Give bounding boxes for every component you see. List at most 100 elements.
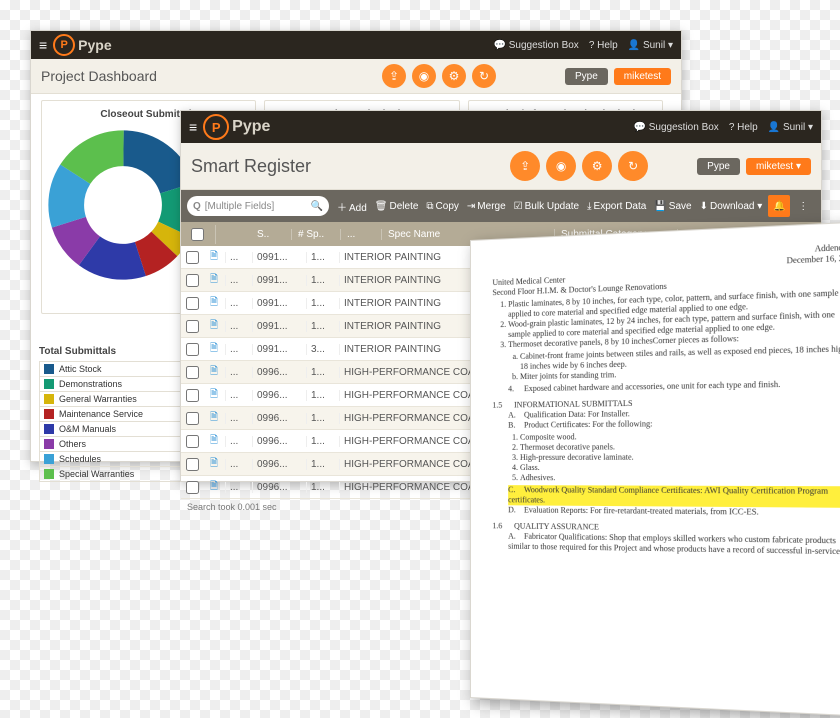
col-sp[interactable]: # Sp..: [292, 229, 341, 240]
row-checkbox[interactable]: [181, 478, 203, 497]
save-button[interactable]: 💾Save: [654, 201, 691, 212]
add-button[interactable]: ＋Add: [337, 199, 367, 214]
search-go-icon[interactable]: 🔍: [311, 201, 323, 212]
search-input[interactable]: Q [Multiple Fields] 🔍: [187, 196, 329, 216]
doc-icon[interactable]: 🗎: [203, 433, 225, 450]
legend-row[interactable]: Others: [39, 437, 199, 452]
help-link[interactable]: ? Help: [589, 40, 618, 51]
row-ellipsis: ...: [225, 298, 252, 309]
dashboard-subbar: Project Dashboard ⇪ ◉ ⚙ ↻ Pype miketest: [31, 59, 681, 94]
row-ellipsis: ...: [225, 367, 252, 378]
row-num: 1...: [306, 298, 339, 309]
legend-row[interactable]: Maintenance Service: [39, 407, 199, 422]
legend-label: O&M Manuals: [59, 424, 116, 434]
row-num: 1...: [306, 482, 339, 493]
brand-logo[interactable]: P Pype: [203, 114, 270, 140]
action-btn-2[interactable]: ◉: [412, 64, 436, 88]
action-btn-3[interactable]: ⚙: [582, 151, 612, 181]
row-code: 0991...: [252, 298, 306, 309]
row-num: 1...: [306, 390, 339, 401]
user-menu[interactable]: 👤 Sunil ▾: [768, 122, 813, 133]
row-num: 1...: [306, 367, 339, 378]
doc-icon[interactable]: 🗎: [203, 410, 225, 427]
row-ellipsis: ...: [225, 436, 252, 447]
delete-button[interactable]: 🗑Delete: [375, 201, 419, 212]
doc-icon[interactable]: 🗎: [203, 295, 225, 312]
doc-sublist: Cabinet-front frame joints between stile…: [520, 344, 840, 383]
row-num: 1...: [306, 413, 339, 424]
legend: Total Submittals Attic Stock Demonstratio…: [39, 344, 199, 482]
doc-icon[interactable]: 🗎: [203, 249, 225, 266]
col-s[interactable]: S..: [251, 229, 292, 240]
closeout-donut-chart: [48, 130, 198, 280]
row-num: 1...: [306, 436, 339, 447]
row-checkbox[interactable]: [181, 271, 203, 290]
doc-icon[interactable]: 🗎: [203, 456, 225, 473]
suggestion-link[interactable]: 💬 Suggestion Box: [634, 122, 719, 133]
copy-button[interactable]: ⧉Copy: [426, 201, 459, 212]
row-checkbox[interactable]: [181, 294, 203, 313]
legend-title: Total Submittals: [39, 346, 199, 357]
notifications-button[interactable]: 🔔: [768, 195, 790, 217]
logo-p-icon: P: [203, 114, 229, 140]
row-ellipsis: ...: [225, 390, 252, 401]
action-btn-1[interactable]: ⇪: [382, 64, 406, 88]
merge-button[interactable]: ⇥Merge: [467, 201, 506, 212]
row-checkbox[interactable]: [181, 340, 203, 359]
doc-icon[interactable]: 🗎: [203, 341, 225, 358]
action-btn-4[interactable]: ↻: [472, 64, 496, 88]
brand-logo[interactable]: P Pype: [53, 34, 111, 56]
row-ellipsis: ...: [225, 275, 252, 286]
legend-row[interactable]: Schedules: [39, 452, 199, 467]
logo-p-icon: P: [53, 34, 75, 56]
doc-icon[interactable]: 🗎: [203, 364, 225, 381]
pill-miketest[interactable]: miketest: [614, 68, 671, 85]
bulk-update-button[interactable]: ☑Bulk Update: [514, 201, 579, 212]
legend-row[interactable]: Demonstrations: [39, 377, 199, 392]
legend-row[interactable]: Special Warranties: [39, 467, 199, 482]
legend-swatch: [44, 394, 54, 404]
select-all-checkbox[interactable]: [191, 228, 204, 241]
doc-icon[interactable]: 🗎: [203, 479, 225, 496]
hamburger-icon[interactable]: ≡: [39, 37, 47, 53]
legend-label: Attic Stock: [59, 364, 102, 374]
dashboard-topbar: ≡ P Pype 💬 Suggestion Box ? Help 👤 Sunil…: [31, 31, 681, 59]
suggestion-link[interactable]: 💬 Suggestion Box: [494, 40, 579, 51]
row-ellipsis: ...: [225, 482, 252, 493]
row-ellipsis: ...: [225, 413, 252, 424]
pill-miketest[interactable]: miketest ▾: [746, 158, 811, 175]
help-link[interactable]: ? Help: [729, 122, 758, 133]
pill-pype[interactable]: Pype: [565, 68, 608, 85]
export-button[interactable]: ⤓Export Data: [587, 201, 646, 212]
action-btn-3[interactable]: ⚙: [442, 64, 466, 88]
more-button[interactable]: ⋮: [798, 201, 808, 212]
pill-pype[interactable]: Pype: [697, 158, 740, 175]
row-checkbox[interactable]: [181, 432, 203, 451]
user-menu[interactable]: 👤 Sunil ▾: [628, 40, 673, 51]
doc-icon[interactable]: 🗎: [203, 387, 225, 404]
row-code: 0996...: [252, 436, 306, 447]
search-icon: Q: [193, 201, 201, 212]
row-checkbox[interactable]: [181, 409, 203, 428]
row-checkbox[interactable]: [181, 363, 203, 382]
doc-icon[interactable]: 🗎: [203, 318, 225, 335]
action-btn-2[interactable]: ◉: [546, 151, 576, 181]
legend-row[interactable]: General Warranties: [39, 392, 199, 407]
doc-prodcerts: Composite wood.Thermoset decorative pane…: [520, 430, 840, 484]
row-checkbox[interactable]: [181, 248, 203, 267]
doc-icon[interactable]: 🗎: [203, 272, 225, 289]
row-num: 1...: [306, 321, 339, 332]
row-checkbox[interactable]: [181, 386, 203, 405]
action-btn-4[interactable]: ↻: [618, 151, 648, 181]
row-num: 1...: [306, 275, 339, 286]
row-checkbox[interactable]: [181, 455, 203, 474]
action-btn-1[interactable]: ⇪: [510, 151, 540, 181]
legend-row[interactable]: O&M Manuals: [39, 422, 199, 437]
legend-swatch: [44, 409, 54, 419]
row-num: 1...: [306, 459, 339, 470]
row-checkbox[interactable]: [181, 317, 203, 336]
document-panel: Addendum 1 December 16, 20155 United Med…: [470, 220, 840, 718]
download-button[interactable]: ⬇Download ▾: [700, 201, 763, 212]
legend-row[interactable]: Attic Stock: [39, 361, 199, 377]
hamburger-icon[interactable]: ≡: [189, 119, 197, 135]
